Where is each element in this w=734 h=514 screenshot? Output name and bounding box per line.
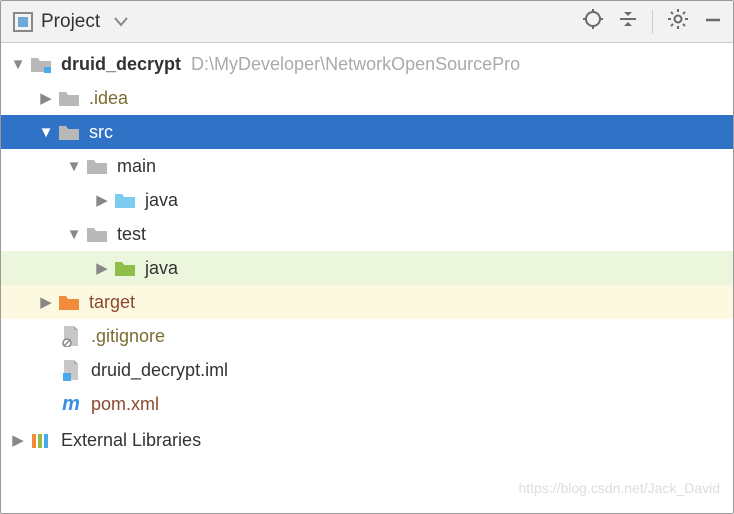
chevron-right-icon[interactable]: ▶	[91, 191, 113, 209]
collapse-icon[interactable]	[618, 9, 638, 34]
toolbar: Project	[1, 1, 733, 43]
tree-row-idea[interactable]: ▶ .idea	[1, 81, 733, 115]
folder-label: main	[117, 156, 156, 177]
tree-row-src[interactable]: ▼ src	[1, 115, 733, 149]
gear-icon[interactable]	[667, 8, 689, 35]
folder-label: java	[145, 190, 178, 211]
project-view-icon[interactable]	[13, 12, 33, 32]
tree-row-gitignore[interactable]: .gitignore	[1, 319, 733, 353]
tree-row-project[interactable]: ▼ druid_decrypt D:\MyDeveloper\NetworkOp…	[1, 47, 733, 81]
project-tree[interactable]: ▼ druid_decrypt D:\MyDeveloper\NetworkOp…	[1, 43, 733, 457]
project-name: druid_decrypt	[61, 54, 181, 75]
libraries-icon	[29, 431, 53, 449]
external-label: External Libraries	[61, 430, 201, 451]
chevron-down-icon[interactable]: ▼	[63, 226, 85, 243]
minimize-icon[interactable]	[703, 9, 723, 34]
folder-label: .idea	[89, 88, 128, 109]
excluded-folder-icon	[57, 293, 81, 311]
module-icon	[29, 55, 53, 73]
tree-row-test[interactable]: ▼ test	[1, 217, 733, 251]
locate-icon[interactable]	[582, 8, 604, 35]
chevron-right-icon[interactable]: ▶	[7, 431, 29, 449]
watermark: https://blog.csdn.net/Jack_David	[518, 480, 720, 496]
folder-label: test	[117, 224, 146, 245]
test-folder-icon	[113, 259, 137, 277]
file-label: .gitignore	[91, 326, 165, 347]
chevron-right-icon[interactable]: ▶	[91, 259, 113, 277]
file-label: druid_decrypt.iml	[91, 360, 228, 381]
project-path: D:\MyDeveloper\NetworkOpenSourcePro	[191, 54, 520, 75]
chevron-down-icon[interactable]: ▼	[7, 56, 29, 73]
folder-icon	[85, 225, 109, 243]
tree-row-target[interactable]: ▶ target	[1, 285, 733, 319]
chevron-right-icon[interactable]: ▶	[35, 293, 57, 311]
file-label: pom.xml	[91, 394, 159, 415]
folder-label: java	[145, 258, 178, 279]
toolbar-title[interactable]: Project	[41, 11, 100, 33]
toolbar-divider	[652, 10, 653, 34]
tree-row-test-java[interactable]: ▶ java	[1, 251, 733, 285]
tree-row-main[interactable]: ▼ main	[1, 149, 733, 183]
folder-label: src	[89, 122, 113, 143]
tree-row-iml[interactable]: druid_decrypt.iml	[1, 353, 733, 387]
folder-label: target	[89, 292, 135, 313]
file-ignored-icon	[59, 325, 83, 347]
dropdown-icon[interactable]	[114, 11, 128, 32]
tree-row-pom[interactable]: m pom.xml	[1, 387, 733, 421]
source-folder-icon	[113, 191, 137, 209]
chevron-down-icon[interactable]: ▼	[63, 158, 85, 175]
maven-icon: m	[59, 393, 83, 416]
file-module-icon	[59, 359, 83, 381]
folder-icon	[57, 123, 81, 141]
tree-row-external[interactable]: ▶ External Libraries	[1, 423, 733, 457]
tree-row-main-java[interactable]: ▶ java	[1, 183, 733, 217]
chevron-down-icon[interactable]: ▼	[35, 124, 57, 141]
folder-icon	[57, 89, 81, 107]
chevron-right-icon[interactable]: ▶	[35, 89, 57, 107]
folder-icon	[85, 157, 109, 175]
